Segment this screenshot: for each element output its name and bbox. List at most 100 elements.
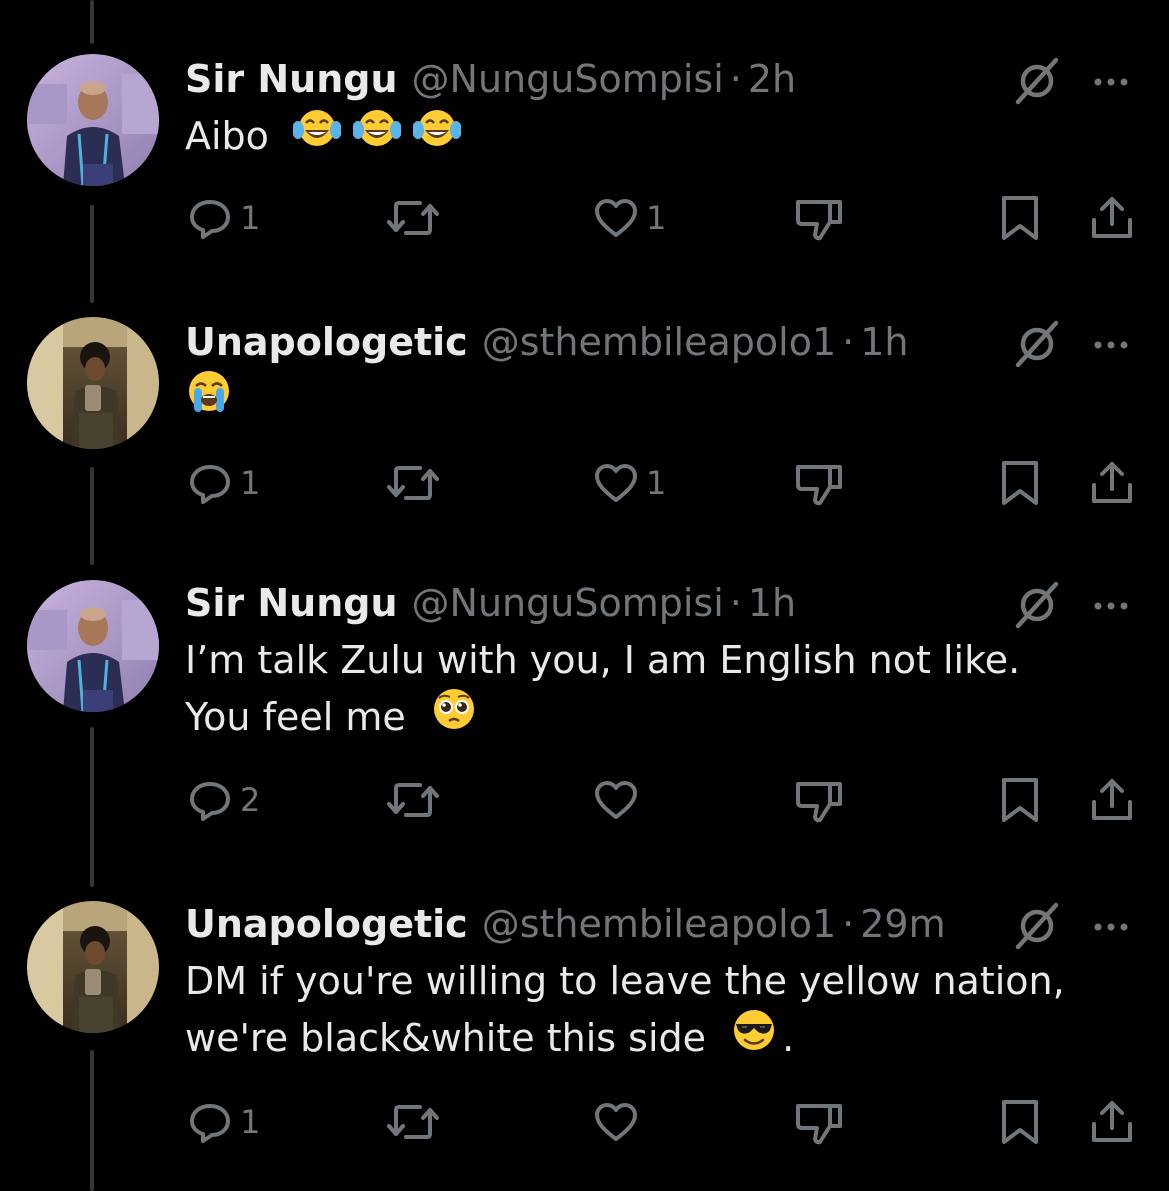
like-button[interactable]: 1 [592, 455, 666, 511]
downvote-icon [794, 459, 844, 507]
thread-line [90, 0, 94, 44]
separator: · [729, 57, 742, 101]
downvote-button[interactable] [794, 1094, 844, 1150]
downvote-button[interactable] [794, 455, 844, 511]
grok-icon[interactable] [1012, 56, 1062, 110]
share-icon [1088, 776, 1136, 824]
like-count: 1 [646, 464, 667, 502]
laughing-tears-emoji [352, 106, 403, 166]
reply-count: 1 [240, 464, 261, 502]
like-button[interactable] [592, 772, 646, 828]
tweet-actions: 1 [0, 1094, 1169, 1150]
tweet-text-line-content: we're black&white this side [185, 1016, 706, 1060]
tweet-actions: 1 1 [0, 455, 1169, 511]
display-name[interactable]: Sir Nungu [185, 581, 398, 625]
username[interactable]: @sthembileapolo1 [482, 902, 836, 946]
pleading-face-emoji [430, 685, 478, 749]
grok-icon[interactable] [1012, 319, 1062, 373]
more-icon[interactable] [1092, 597, 1138, 616]
tweet-text-line: Aibo [185, 114, 269, 158]
share-button[interactable] [1088, 1094, 1136, 1150]
bookmark-icon [996, 1098, 1044, 1146]
separator: · [842, 902, 855, 946]
tweet-actions: 1 1 [0, 190, 1169, 246]
reply-button[interactable]: 2 [186, 772, 260, 828]
tweet-text-line: we're black&white this side . [185, 1009, 1065, 1070]
display-name[interactable]: Unapologetic [185, 902, 468, 946]
heart-icon [592, 1098, 640, 1146]
like-button[interactable] [592, 1094, 646, 1150]
timestamp[interactable]: 29m [860, 902, 945, 946]
share-button[interactable] [1088, 190, 1136, 246]
tweet-text-line-content: You feel me [185, 695, 406, 739]
tweet-text: DM if you're willing to leave the yellow… [185, 953, 1065, 1070]
tweet-text-line: You feel me [185, 688, 1020, 749]
tweet-header: Unapologetic @sthembileapolo1 · 29m [185, 899, 946, 949]
username[interactable]: @NunguSompisi [412, 581, 724, 625]
downvote-icon [794, 776, 844, 824]
avatar[interactable] [27, 317, 159, 449]
reply-button[interactable]: 1 [186, 455, 260, 511]
separator: · [729, 581, 742, 625]
reply-icon [186, 459, 234, 507]
heart-icon [592, 194, 640, 242]
reply-button[interactable]: 1 [186, 1094, 260, 1150]
reply-count: 2 [240, 781, 261, 819]
more-icon[interactable] [1092, 918, 1138, 937]
laughing-tears-emoji [412, 106, 463, 166]
like-button[interactable]: 1 [592, 190, 666, 246]
tweet-text-line: DM if you're willing to leave the yellow… [185, 959, 1065, 1003]
repost-icon [386, 776, 440, 824]
reply-icon [186, 1098, 234, 1146]
like-count: 1 [646, 199, 667, 237]
downvote-button[interactable] [794, 190, 844, 246]
bookmark-button[interactable] [996, 190, 1044, 246]
tweet-text: I’m talk Zulu with you, I am English not… [185, 632, 1020, 749]
laughing-tears-emoji [292, 106, 343, 166]
avatar[interactable] [27, 901, 159, 1033]
repost-button[interactable] [386, 1094, 446, 1150]
share-button[interactable] [1088, 455, 1136, 511]
loudly-crying-emoji [185, 367, 233, 431]
repost-button[interactable] [386, 190, 446, 246]
repost-icon [386, 459, 440, 507]
bookmark-button[interactable] [996, 455, 1044, 511]
share-button[interactable] [1088, 772, 1136, 828]
downvote-icon [794, 1098, 844, 1146]
bookmark-button[interactable] [996, 772, 1044, 828]
timestamp[interactable]: 1h [748, 581, 796, 625]
tweet-header: Unapologetic @sthembileapolo1 · 1h [185, 317, 908, 367]
username[interactable]: @sthembileapolo1 [482, 320, 836, 364]
tweet-text-line: I’m talk Zulu with you, I am English not… [185, 638, 1021, 682]
timestamp[interactable]: 1h [860, 320, 908, 364]
bookmark-icon [996, 776, 1044, 824]
repost-button[interactable] [386, 455, 446, 511]
grok-icon[interactable] [1012, 580, 1062, 634]
more-icon[interactable] [1092, 336, 1138, 355]
share-icon [1088, 194, 1136, 242]
username[interactable]: @NunguSompisi [412, 57, 724, 101]
tweet-text: Aibo [185, 106, 463, 166]
bookmark-button[interactable] [996, 1094, 1044, 1150]
display-name[interactable]: Sir Nungu [185, 57, 398, 101]
tweet-header: Sir Nungu @NunguSompisi · 1h [185, 578, 796, 628]
reply-button[interactable]: 1 [186, 190, 260, 246]
avatar[interactable] [27, 54, 159, 186]
separator: · [842, 320, 855, 364]
repost-icon [386, 1098, 440, 1146]
reply-count: 1 [240, 1103, 261, 1141]
reply-icon [186, 194, 234, 242]
bookmark-icon [996, 194, 1044, 242]
timestamp[interactable]: 2h [748, 57, 796, 101]
grok-icon[interactable] [1012, 901, 1062, 955]
downvote-icon [794, 194, 844, 242]
more-icon[interactable] [1092, 73, 1138, 92]
reply-icon [186, 776, 234, 824]
repost-button[interactable] [386, 772, 446, 828]
avatar[interactable] [27, 580, 159, 712]
repost-icon [386, 194, 440, 242]
display-name[interactable]: Unapologetic [185, 320, 468, 364]
downvote-button[interactable] [794, 772, 844, 828]
sunglasses-face-emoji [730, 1006, 778, 1070]
heart-icon [592, 459, 640, 507]
